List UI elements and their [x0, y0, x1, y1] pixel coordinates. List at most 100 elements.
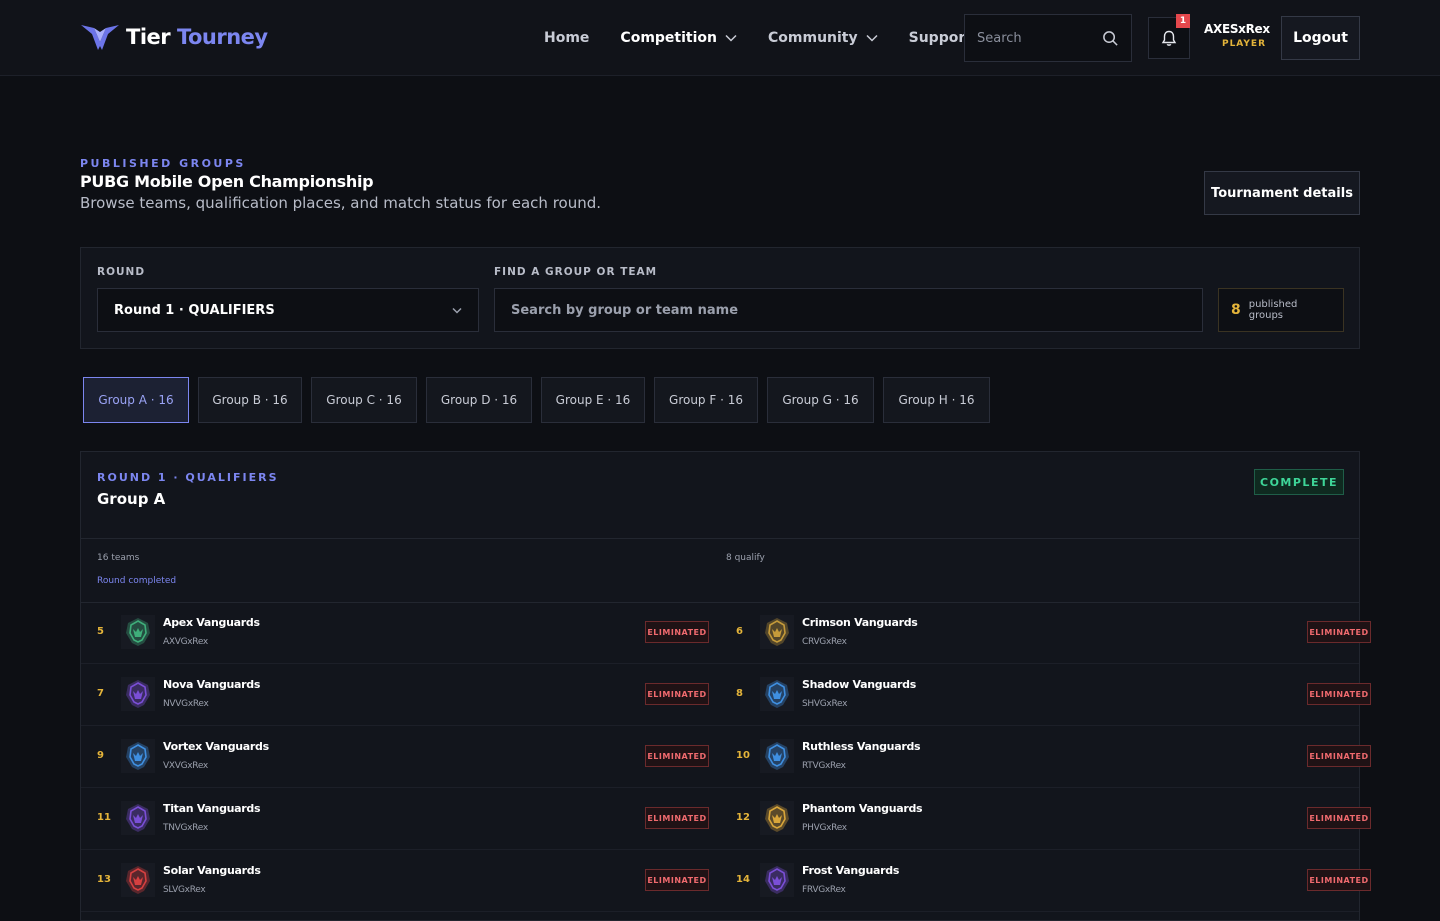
team-tag: SLVGxRex — [163, 885, 206, 895]
nav-item-community[interactable]: Community — [768, 30, 878, 46]
table-row: 13 Solar Vanguards SLVGxRex ELIMINATED 14 Fro… — [81, 850, 1371, 912]
eliminated-badge: ELIMINATED — [645, 621, 709, 643]
nav-item-home[interactable]: Home — [544, 30, 589, 46]
eliminated-badge: ELIMINATED — [1307, 869, 1371, 891]
team-crest — [121, 615, 155, 649]
team-entry[interactable]: 12 Phantom Vanguards PHVGxRex ELIMINATED — [736, 788, 1371, 849]
nav-item-label: Competition — [620, 30, 717, 46]
team-tag: AXVGxRex — [163, 637, 208, 647]
team-entry[interactable]: 13 Solar Vanguards SLVGxRex ELIMINATED — [97, 850, 725, 911]
team-crest-icon — [765, 618, 789, 646]
table-row: 9 Vortex Vanguards VXVGxRex ELIMINATED 10 Rut… — [81, 726, 1371, 788]
team-entry[interactable]: 14 Frost Vanguards FRVGxRex ELIMINATED — [736, 850, 1371, 911]
nav-item-label: Support — [908, 30, 972, 46]
team-entry[interactable]: 11 Titan Vanguards TNVGxRex ELIMINATED — [97, 788, 725, 849]
team-name: Titan Vanguards — [163, 802, 261, 815]
team-tag: PHVGxRex — [802, 823, 847, 833]
team-crest — [121, 677, 155, 711]
round-label: ROUND — [97, 266, 146, 278]
main-nav: Home Competition Community Support — [544, 30, 972, 46]
round-select[interactable]: Round 1 · QUALIFIERS — [97, 288, 479, 332]
team-name: Apex Vanguards — [163, 616, 260, 629]
notifications-button[interactable]: 1 — [1148, 14, 1190, 59]
nav-item-label: Home — [544, 30, 590, 46]
logout-button[interactable]: Logout — [1281, 16, 1360, 60]
team-entry[interactable]: 6 Crimson Vanguards CRVGxRex ELIMINATED — [736, 602, 1371, 663]
team-crest — [760, 615, 794, 649]
team-rank: 9 — [97, 750, 104, 761]
brand-name-part2: Tourney — [176, 25, 268, 49]
nav-item-competition[interactable]: Competition — [620, 30, 737, 46]
team-tag: NVVGxRex — [163, 699, 209, 709]
global-search-input[interactable] — [977, 30, 1087, 46]
group-status-badge: COMPLETE — [1254, 469, 1344, 495]
team-entry[interactable]: 5 Apex Vanguards AXVGxRex ELIMINATED — [97, 602, 725, 663]
brand-logo[interactable]: Tier Tourney — [80, 22, 268, 52]
teams-count: 16 teams — [97, 553, 140, 563]
team-crest-icon — [765, 680, 789, 708]
team-crest-icon — [126, 742, 150, 770]
page-subtitle: Browse teams, qualification places, and … — [80, 194, 602, 212]
team-name: Nova Vanguards — [163, 678, 261, 691]
round-status: Round completed — [97, 576, 177, 586]
chevron-down-icon — [452, 307, 462, 314]
team-rank: 12 — [736, 812, 750, 823]
team-entry[interactable]: 10 Ruthless Vanguards RTVGxRex ELIMINATED — [736, 726, 1371, 787]
team-search-field[interactable] — [494, 288, 1203, 332]
find-label: FIND A GROUP OR TEAM — [494, 266, 658, 278]
published-count-number: 8 — [1231, 302, 1241, 318]
eliminated-badge: ELIMINATED — [645, 869, 709, 891]
top-navigation-bar: Tier Tourney Home Competition Community Sup… — [0, 0, 1440, 76]
eliminated-badge: ELIMINATED — [645, 683, 709, 705]
user-profile[interactable]: AXESxRex PLAYER — [1204, 22, 1270, 49]
team-entry[interactable]: 8 Shadow Vanguards SHVGxRex ELIMINATED — [736, 664, 1371, 725]
team-entry[interactable]: 7 Nova Vanguards NVVGxRex ELIMINATED — [97, 664, 725, 725]
tab-group-b[interactable]: Group B · 16 — [198, 377, 302, 423]
team-crest — [760, 677, 794, 711]
team-rank: 6 — [736, 626, 743, 637]
tab-group-e[interactable]: Group E · 16 — [541, 377, 645, 423]
team-rank: 14 — [736, 874, 750, 885]
tab-group-c[interactable]: Group C · 16 — [311, 377, 417, 423]
team-crest-icon — [126, 866, 150, 894]
filter-panel: ROUND FIND A GROUP OR TEAM Round 1 · QUA… — [80, 247, 1360, 349]
group-title: Group A — [97, 490, 166, 508]
team-rank: 11 — [97, 812, 111, 823]
user-name: AXESxRex — [1204, 22, 1270, 36]
team-entry[interactable]: 9 Vortex Vanguards VXVGxRex ELIMINATED — [97, 726, 725, 787]
qualify-count: 8 qualify — [726, 553, 765, 563]
team-tag: FRVGxRex — [802, 885, 846, 895]
team-name: Crimson Vanguards — [802, 616, 918, 629]
team-name: Vortex Vanguards — [163, 740, 269, 753]
team-tag: RTVGxRex — [802, 761, 846, 771]
global-search[interactable] — [964, 14, 1132, 62]
team-name: Ruthless Vanguards — [802, 740, 921, 753]
nav-item-support[interactable]: Support — [909, 30, 972, 46]
tab-group-d[interactable]: Group D · 16 — [426, 377, 532, 423]
tab-group-h[interactable]: Group H · 16 — [883, 377, 990, 423]
team-search-input[interactable] — [511, 302, 1186, 318]
brand-name: Tier Tourney — [126, 25, 268, 49]
user-role: PLAYER — [1221, 39, 1266, 49]
tab-group-a[interactable]: Group A · 16 — [83, 377, 189, 423]
divider — [81, 538, 1359, 539]
published-groups-count: 8 published groups — [1218, 288, 1344, 332]
search-icon[interactable] — [1102, 30, 1119, 47]
brand-name-part1: Tier — [126, 25, 171, 49]
team-name: Frost Vanguards — [802, 864, 900, 877]
tier-tourney-logo-icon — [81, 25, 119, 50]
notification-count-badge: 1 — [1176, 14, 1190, 28]
group-tabs: Group A · 16 Group B · 16 Group C · 16 Grou… — [83, 377, 999, 423]
tab-group-f[interactable]: Group F · 16 — [654, 377, 758, 423]
eliminated-badge: ELIMINATED — [1307, 807, 1371, 829]
table-row: 7 Nova Vanguards NVVGxRex ELIMINATED 8 Shadow… — [81, 664, 1371, 726]
eliminated-badge: ELIMINATED — [1307, 621, 1371, 643]
team-rank: 10 — [736, 750, 750, 761]
tournament-details-button[interactable]: Tournament details — [1204, 171, 1360, 215]
team-crest — [760, 863, 794, 897]
chevron-down-icon — [725, 34, 737, 42]
tab-group-g[interactable]: Group G · 16 — [767, 377, 874, 423]
team-rank: 8 — [736, 688, 743, 699]
team-crest — [121, 801, 155, 835]
team-crest-icon — [126, 618, 150, 646]
